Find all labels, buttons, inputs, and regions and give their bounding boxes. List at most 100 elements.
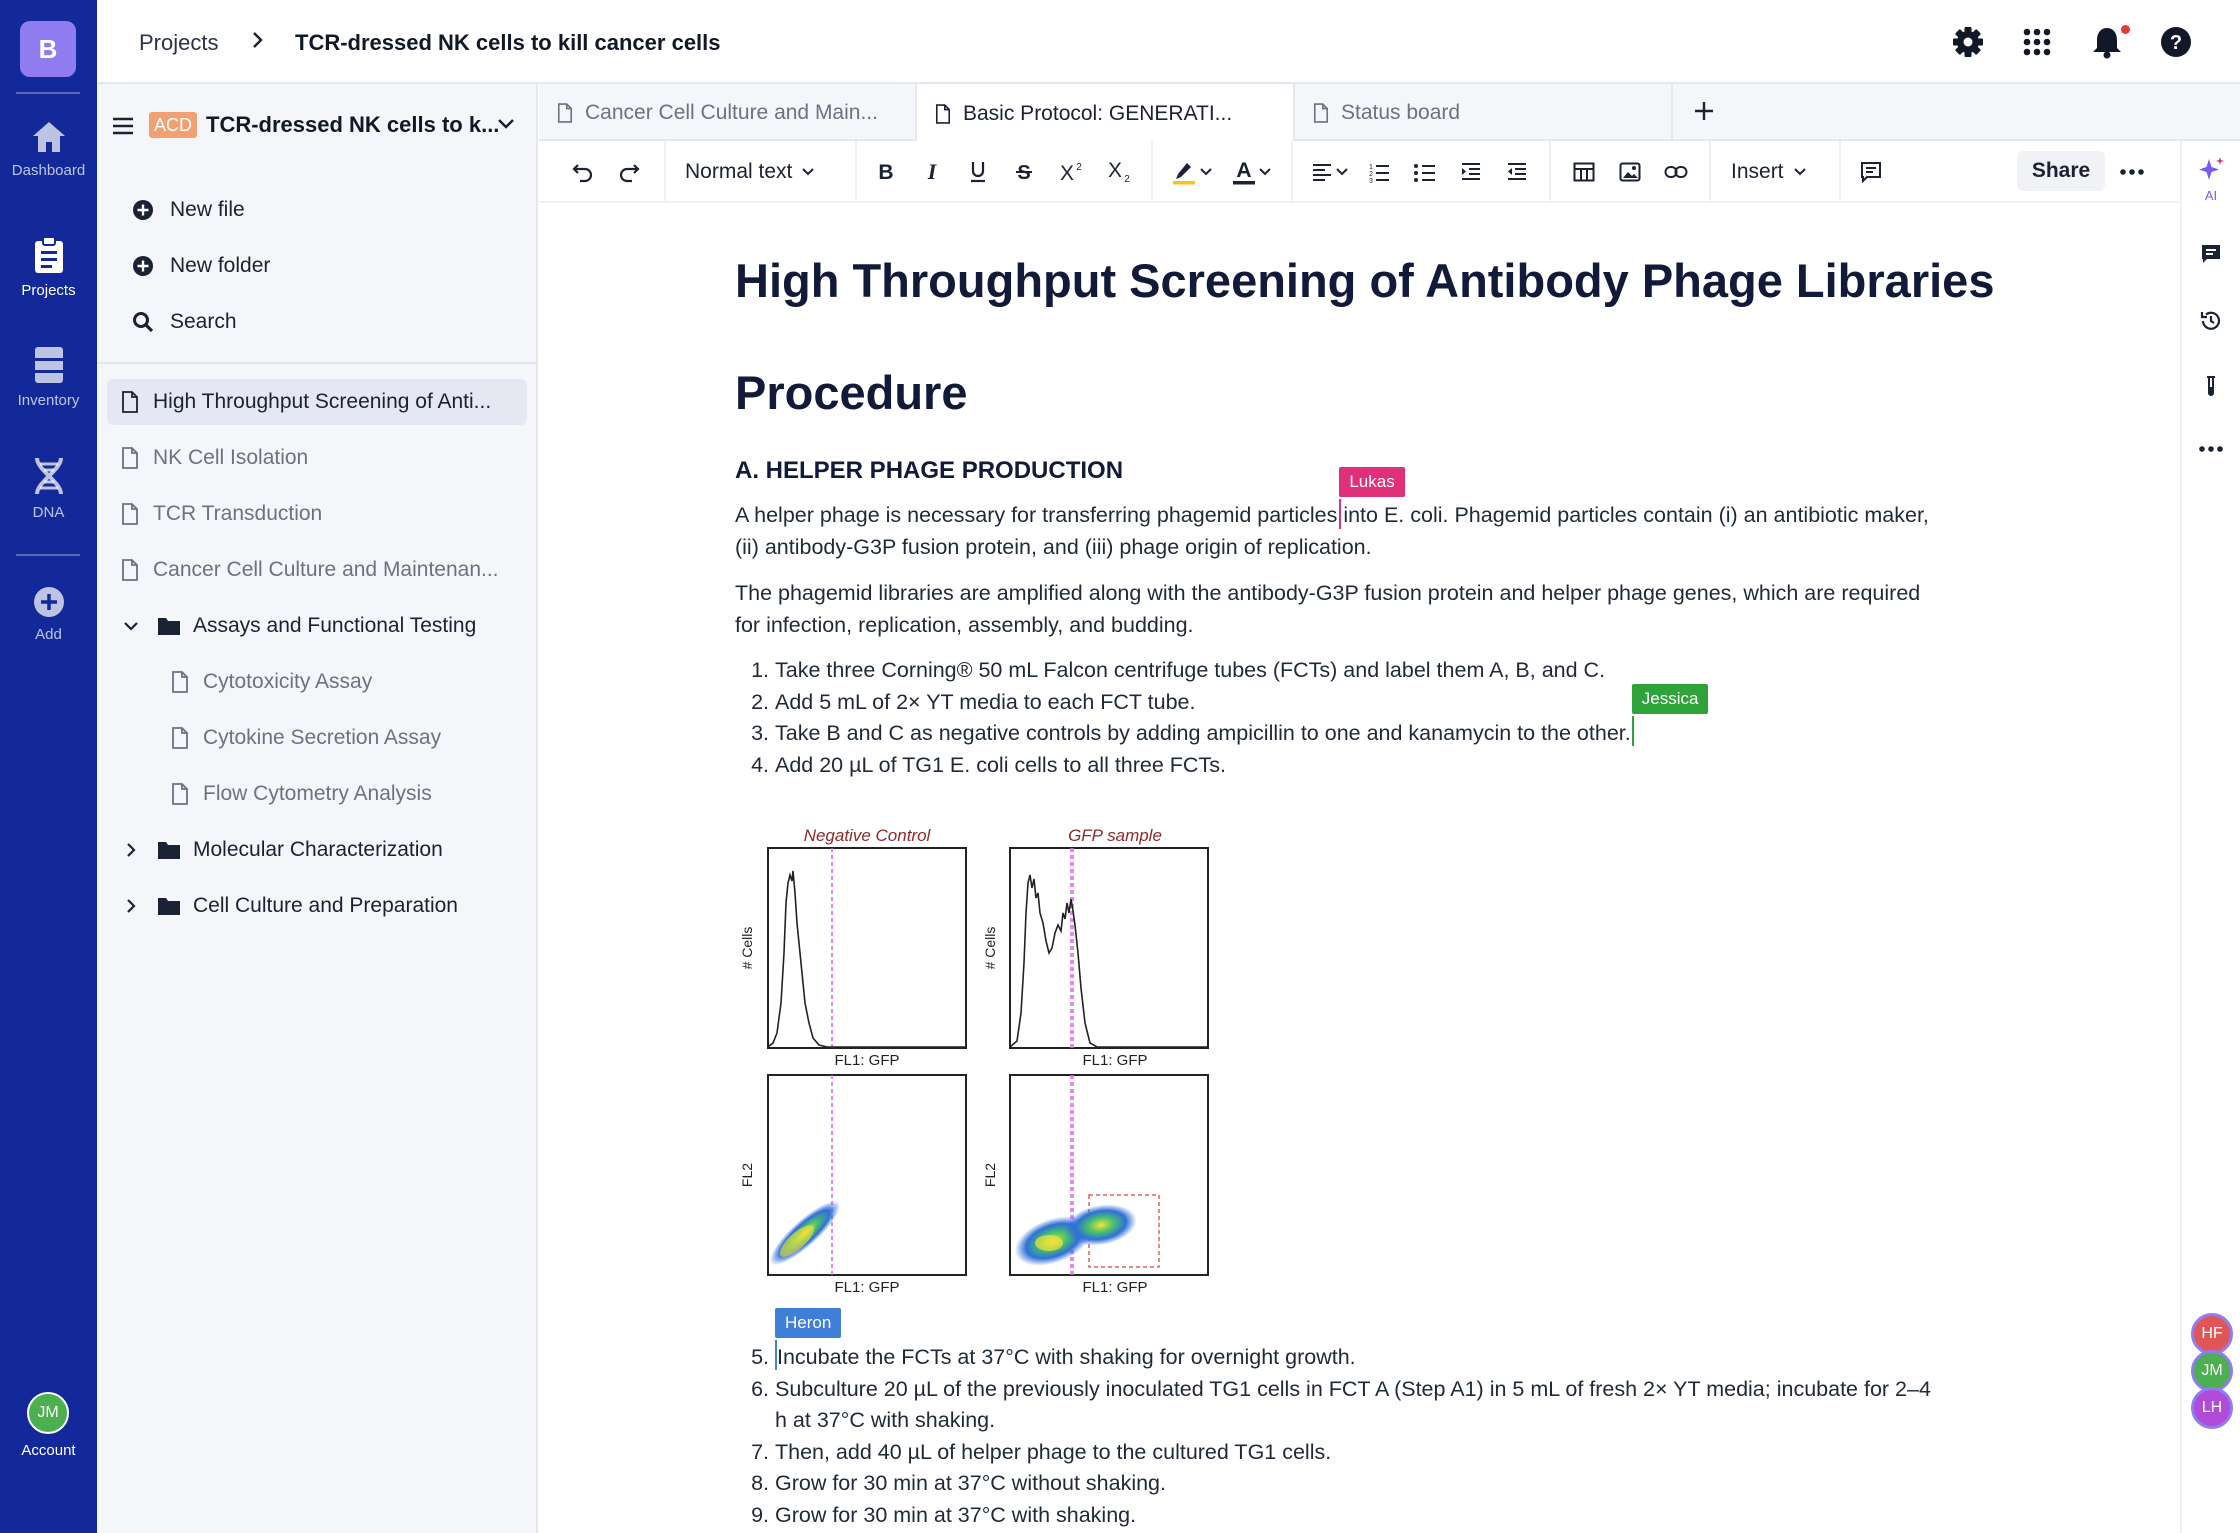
tree-folder-assays[interactable]: Assays and Functional Testing <box>122 603 527 649</box>
tree-item-label: Flow Cytometry Analysis <box>203 782 432 805</box>
flow-cytometry-figure: Negative Control GFP sample # Cells FL1:… <box>735 813 1225 1313</box>
strikethrough-button[interactable]: S <box>1010 155 1038 189</box>
insert-table-button[interactable] <box>1570 155 1598 189</box>
menu-icon[interactable] <box>111 116 135 136</box>
gear-icon[interactable] <box>1950 24 1986 60</box>
panel-title: GFP sample <box>1068 826 1162 845</box>
dna-icon <box>34 457 63 495</box>
highlight-color-button[interactable] <box>1169 155 1215 189</box>
collaborator-avatar[interactable]: HF <box>2191 1313 2233 1355</box>
tab-basic-protocol[interactable]: Basic Protocol: GENERATI... <box>917 84 1295 143</box>
bell-icon[interactable] <box>2089 24 2125 60</box>
test-tube-button[interactable] <box>2182 375 2240 399</box>
tab-status-board[interactable]: Status board <box>1295 84 1673 141</box>
tree-item-file[interactable]: High Throughput Screening of Anti... <box>107 379 527 425</box>
toolbar-divider <box>1151 141 1153 203</box>
align-button[interactable] <box>1309 155 1351 189</box>
collaborator-avatar[interactable]: LH <box>2191 1387 2233 1429</box>
underline-button[interactable] <box>964 155 992 189</box>
insert-menu-button[interactable]: Insert <box>1731 155 1821 189</box>
more-tools-button[interactable] <box>2182 445 2240 453</box>
collaborator-avatar[interactable]: JM <box>2191 1350 2233 1392</box>
undo-button[interactable] <box>569 155 597 189</box>
numbered-list-button[interactable]: 123 <box>1365 155 1393 189</box>
chevron-down-icon <box>1336 168 1348 176</box>
more-horizontal-icon <box>2120 169 2144 175</box>
home-icon <box>32 122 65 152</box>
chevron-down-icon[interactable] <box>122 617 140 635</box>
svg-text:1: 1 <box>1369 164 1373 171</box>
rail-item-dashboard[interactable]: Dashboard <box>0 120 97 179</box>
axis-label: FL1: GFP <box>1082 1052 1147 1069</box>
text-color-button[interactable]: A <box>1229 155 1275 189</box>
share-button[interactable]: Share <box>2017 151 2105 191</box>
tree-item-label: Assays and Functional Testing <box>193 614 477 637</box>
more-options-button[interactable] <box>2115 155 2149 189</box>
add-tab-icon[interactable] <box>1691 98 1717 124</box>
project-name[interactable]: TCR-dressed NK cells to k... <box>206 112 499 138</box>
workspace-logo[interactable]: B <box>20 21 76 77</box>
file-sidebar: ACD TCR-dressed NK cells to k... New fil… <box>97 84 538 1533</box>
account-avatar[interactable]: JM <box>27 1392 69 1434</box>
new-file-button[interactable]: New file <box>132 195 245 225</box>
insert-link-button[interactable] <box>1662 155 1690 189</box>
tree-item-file[interactable]: NK Cell Isolation <box>107 435 527 481</box>
file-icon <box>122 503 138 525</box>
rail-item-inventory[interactable]: Inventory <box>0 346 97 409</box>
italic-button[interactable]: I <box>918 155 946 189</box>
rail-item-projects[interactable]: Projects <box>0 236 97 299</box>
storage-icon <box>34 347 63 383</box>
chevron-down-icon <box>1793 168 1806 176</box>
chevron-down-icon <box>1259 168 1271 176</box>
outdent-button[interactable] <box>1503 155 1531 189</box>
apps-grid-icon[interactable] <box>2019 24 2055 60</box>
rail-label: DNA <box>32 504 65 521</box>
list-text: Take B and C as negative controls by add… <box>774 721 1631 745</box>
tree-item-file[interactable]: Cancer Cell Culture and Maintenan... <box>107 547 527 593</box>
italic-icon: I <box>927 161 938 183</box>
tree-item-file[interactable]: Cytotoxicity Assay <box>157 659 527 705</box>
indent-button[interactable] <box>1457 155 1485 189</box>
breadcrumb-current: TCR-dressed NK cells to kill cancer cell… <box>295 30 721 55</box>
bold-button[interactable]: B <box>872 155 900 189</box>
collaborator-cursor <box>1339 499 1342 529</box>
new-file-label: New file <box>170 198 245 221</box>
breadcrumb-projects[interactable]: Projects <box>139 30 218 56</box>
ai-assistant-button[interactable]: AI <box>2182 155 2240 205</box>
comments-panel-button[interactable] <box>2182 243 2240 265</box>
history-button[interactable] <box>2182 309 2240 333</box>
subscript-button[interactable]: X2 <box>1104 155 1134 189</box>
tab-cancer-cell-culture[interactable]: Cancer Cell Culture and Main... <box>539 84 917 141</box>
chevron-right-icon[interactable] <box>122 897 140 915</box>
tree-item-file[interactable]: Flow Cytometry Analysis <box>157 771 527 817</box>
redo-button[interactable] <box>615 155 643 189</box>
image-icon <box>1619 162 1641 182</box>
superscript-button[interactable]: X2 <box>1056 155 1086 189</box>
rail-label: Dashboard <box>11 162 86 179</box>
insert-image-button[interactable] <box>1616 155 1644 189</box>
tree-item-label: TCR Transduction <box>153 502 323 525</box>
tree-folder-molecular[interactable]: Molecular Characterization <box>122 827 527 873</box>
list-number: 5. <box>751 1345 769 1369</box>
tree-item-file[interactable]: TCR Transduction <box>107 491 527 537</box>
search-icon <box>133 312 154 333</box>
bullet-list-button[interactable] <box>1411 155 1439 189</box>
list-item: 7. Then, add 40 µL of helper phage to th… <box>735 1437 1975 1469</box>
axis-label: FL2 <box>982 1163 998 1187</box>
chevron-down-icon[interactable] <box>495 114 517 134</box>
add-comment-button[interactable] <box>1857 155 1885 189</box>
help-icon[interactable]: ? <box>2158 24 2194 60</box>
paragraph-text: The phagemid libraries are amplified alo… <box>735 581 1921 605</box>
text-style-select[interactable]: Normal text <box>685 155 835 189</box>
rail-item-add[interactable]: Add <box>0 586 97 643</box>
rail-item-dna[interactable]: DNA <box>0 456 97 521</box>
chevron-right-icon[interactable] <box>122 841 140 859</box>
tree-folder-cell-culture[interactable]: Cell Culture and Preparation <box>122 883 527 929</box>
paragraph: The phagemid libraries are amplified alo… <box>735 577 1975 641</box>
tree-item-file[interactable]: Cytokine Secretion Assay <box>157 715 527 761</box>
account-label[interactable]: Account <box>0 1442 97 1459</box>
tree-item-label: NK Cell Isolation <box>153 446 309 469</box>
project-header[interactable]: ACD TCR-dressed NK cells to k... <box>97 84 536 168</box>
search-button[interactable]: Search <box>132 307 237 337</box>
new-folder-button[interactable]: New folder <box>132 251 270 281</box>
